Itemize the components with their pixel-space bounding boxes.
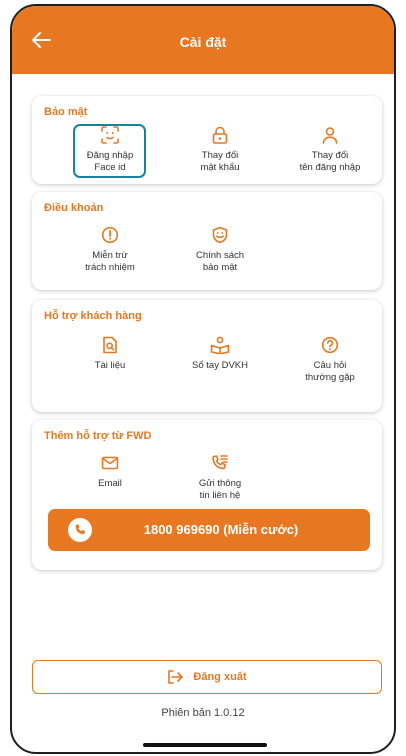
security-card: Bảo mật Đăng nhập Face id Thay đổi mật k… (32, 96, 382, 184)
documents-item[interactable]: Tài liệu (65, 336, 155, 372)
handbook-icon (210, 336, 230, 354)
question-circle-icon (321, 336, 339, 354)
change-username-line1: Thay đổi (311, 150, 349, 161)
change-password-line2: mật khẩu (200, 162, 240, 173)
face-id-login-item[interactable]: Đăng nhập Face id (65, 126, 155, 174)
disclaimer-line1: Miễn trừ (92, 250, 128, 261)
fwd-support-section-title: Thêm hỗ trợ từ FWD (44, 430, 152, 442)
send-contact-info-item[interactable]: Gửi thông tin liên hệ (175, 454, 265, 502)
phone-frame: Cài đặt Bảo mật Đăng nhập Face id Thay đ… (10, 4, 396, 754)
email-line1: Email (98, 478, 122, 489)
change-password-line1: Thay đổi (201, 150, 239, 161)
customer-support-card: Hỗ trợ khách hàng Tài liệu Sổ tay DVKH C… (32, 300, 382, 412)
alert-circle-icon (101, 226, 119, 244)
send-contact-line1: Gửi thông (198, 478, 242, 489)
customer-support-section-title: Hỗ trợ khách hàng (44, 310, 142, 322)
documents-line1: Tài liệu (94, 360, 126, 371)
logout-button[interactable]: Đăng xuất (32, 660, 382, 694)
home-indicator (143, 743, 267, 747)
contact-phone-icon (212, 455, 228, 470)
hotline-button[interactable]: 1800 969690 (Miễn cước) (48, 509, 370, 551)
fwd-support-card: Thêm hỗ trợ từ FWD Email Gửi thông tin l… (32, 420, 382, 570)
disclaimer-item[interactable]: Miễn trừ trách nhiệm (65, 226, 155, 274)
face-id-line2: Face id (94, 162, 126, 173)
privacy-shield-icon (212, 226, 228, 244)
change-password-item[interactable]: Thay đổi mật khẩu (175, 126, 265, 174)
send-contact-line2: tin liên hệ (199, 490, 241, 501)
terms-section-title: Điều khoản (44, 202, 104, 214)
faq-line2: thường gặp (305, 372, 355, 383)
customer-handbook-line1: Sổ tay DVKH (192, 360, 248, 371)
privacy-policy-line2: bảo mật (202, 262, 238, 273)
logout-icon (168, 670, 184, 684)
privacy-policy-line1: Chính sách (195, 250, 245, 261)
faq-line1: Câu hỏi (313, 360, 347, 371)
change-username-item[interactable]: Thay đổi tên đăng nhập (285, 126, 375, 174)
hotline-label: 1800 969690 (Miễn cước) (143, 522, 299, 537)
email-item[interactable]: Email (65, 454, 155, 490)
customer-handbook-item[interactable]: Sổ tay DVKH (175, 336, 265, 372)
face-scan-icon (101, 126, 119, 144)
face-id-line1: Đăng nhập (86, 150, 134, 161)
disclaimer-line2: trách nhiệm (85, 262, 135, 273)
change-username-line2: tên đăng nhập (299, 162, 361, 173)
terms-card: Điều khoản Miễn trừ trách nhiệm Chính sá… (32, 192, 382, 290)
logout-label: Đăng xuất (193, 670, 247, 683)
security-section-title: Bảo mật (44, 106, 88, 118)
user-icon (322, 127, 338, 144)
page-title: Cài đặt (179, 34, 227, 50)
mail-icon (101, 456, 119, 470)
logout-content: Đăng xuất (33, 670, 381, 684)
document-search-icon (103, 336, 117, 354)
lock-icon (212, 126, 228, 144)
app-header: Cài đặt (12, 6, 394, 74)
faq-item[interactable]: Câu hỏi thường gặp (285, 336, 375, 384)
privacy-policy-item[interactable]: Chính sách bảo mật (175, 226, 265, 274)
app-version: Phiên bản 1.0.12 (161, 707, 245, 719)
